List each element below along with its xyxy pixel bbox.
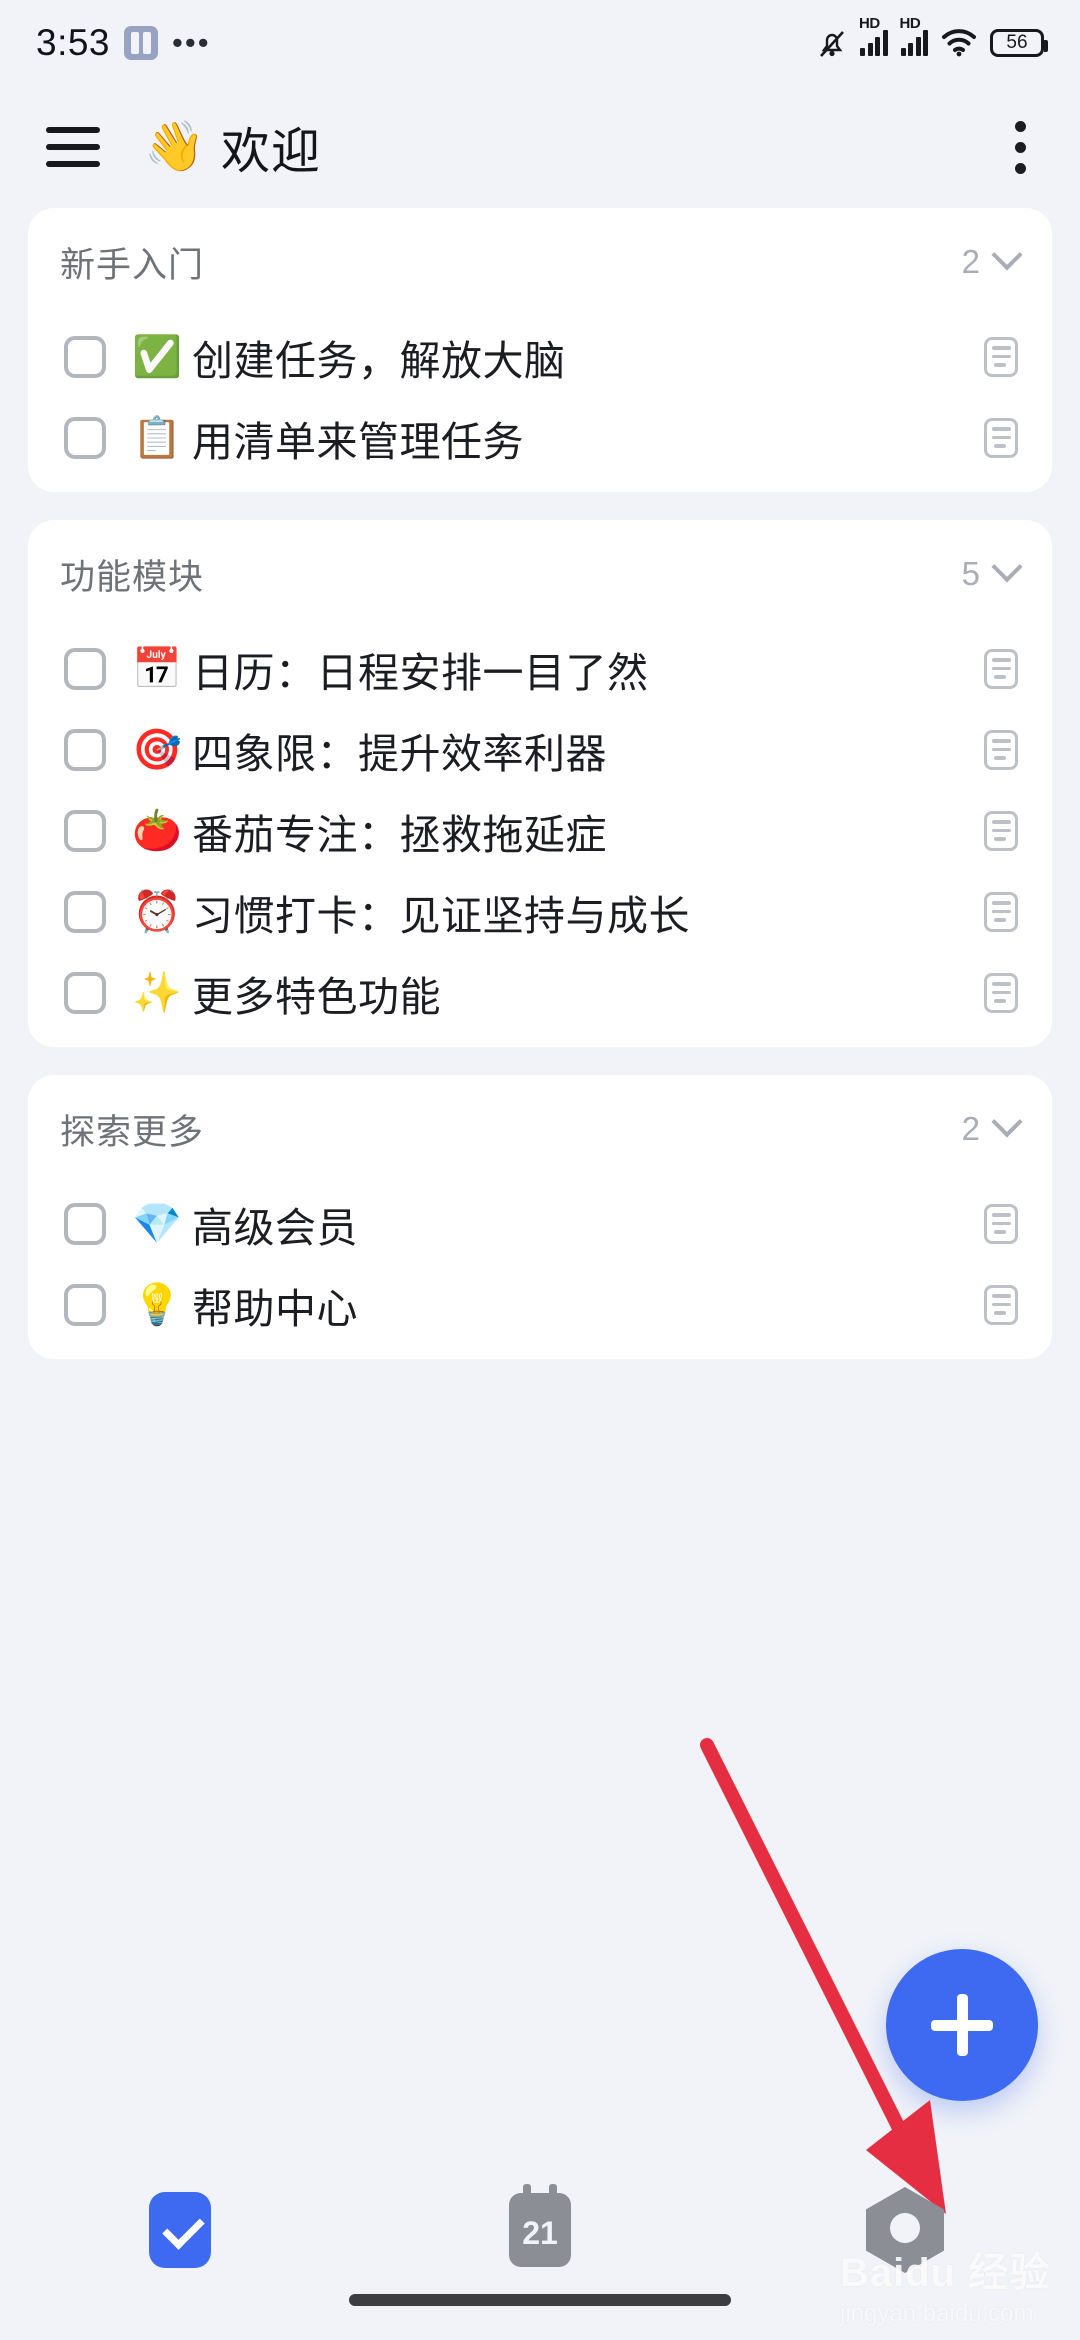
section-header[interactable]: 功能模块 5 (28, 520, 1052, 628)
task-emoji-icon: 📋 (132, 415, 182, 460)
section-meta: 5 (961, 551, 1023, 593)
task-row[interactable]: 🍅 番茄专注：拯救拖延症 (28, 790, 1052, 871)
note-icon[interactable] (984, 336, 1018, 377)
wifi-icon (941, 28, 977, 58)
task-label: 日历：日程安排一目了然 (192, 649, 649, 696)
task-row[interactable]: ⏰ 习惯打卡：见证坚持与成长 (28, 871, 1052, 952)
task-row[interactable]: ✨ 更多特色功能 (28, 952, 1052, 1033)
task-label: 更多特色功能 (192, 973, 441, 1020)
chevron-down-icon[interactable] (991, 1106, 1023, 1138)
signal-hd-label-1: HD (859, 15, 880, 32)
section-card: 探索更多 2 💎 高级会员 💡 帮助中心 (28, 1075, 1052, 1359)
task-row[interactable]: 💡 帮助中心 (28, 1264, 1052, 1345)
note-icon[interactable] (984, 810, 1018, 851)
calendar-icon: 21 (509, 2184, 571, 2267)
note-icon[interactable] (984, 729, 1018, 770)
chevron-down-icon[interactable] (991, 551, 1023, 583)
hamburger-icon[interactable] (46, 127, 100, 167)
task-row[interactable]: 🎯 四象限：提升效率利器 (28, 709, 1052, 790)
signal-icon-sim1: HD (859, 16, 888, 56)
task-emoji-icon: 💎 (132, 1201, 182, 1246)
kebab-menu-icon[interactable] (1007, 113, 1034, 182)
section-meta: 2 (961, 239, 1023, 281)
chevron-down-icon[interactable] (991, 239, 1023, 271)
status-bar-right: HD HD 56 (817, 16, 1048, 59)
task-row[interactable]: 📅 日历：日程安排一目了然 (28, 628, 1052, 709)
signal-icon-sim2: HD (900, 16, 928, 56)
status-time: 3:53 (36, 22, 111, 63)
note-icon[interactable] (984, 891, 1018, 932)
task-row[interactable]: 📋 用清单来管理任务 (28, 397, 1052, 478)
task-label: 帮助中心 (192, 1285, 358, 1332)
battery-level-label: 56 (1006, 32, 1028, 53)
signal-bars-1 (860, 30, 888, 56)
status-bar-left: 3:53 ••• (36, 22, 211, 64)
task-emoji-icon: 💡 (132, 1282, 182, 1327)
signal-bars-2 (900, 30, 928, 56)
task-checkbox[interactable] (64, 890, 106, 933)
bell-muted-icon (817, 27, 847, 59)
task-row[interactable]: ✅ 创建任务，解放大脑 (28, 316, 1052, 397)
settings-hex-icon (866, 2187, 944, 2273)
app-header: 👋 欢迎 (0, 86, 1080, 208)
status-overflow-icon: ••• (172, 25, 211, 61)
task-emoji-icon: ⏰ (132, 889, 182, 934)
task-emoji-icon: ✅ (132, 334, 182, 379)
section-title: 探索更多 (60, 1112, 205, 1152)
task-check-icon (149, 2192, 211, 2268)
section-count: 5 (961, 555, 980, 592)
note-icon[interactable] (984, 648, 1018, 689)
section-title: 功能模块 (60, 557, 205, 597)
section-header[interactable]: 探索更多 2 (28, 1075, 1052, 1183)
note-icon[interactable] (984, 417, 1018, 458)
calendar-day-label: 21 (522, 2214, 558, 2251)
app-grid-icon (124, 26, 159, 60)
add-task-fab[interactable] (886, 1949, 1038, 2101)
section-card: 功能模块 5 📅 日历：日程安排一目了然 🎯 四象限：提升效率利器 🍅 番茄专注：拯救拖延症 ⏰… (28, 520, 1052, 1047)
task-checkbox[interactable] (64, 728, 106, 771)
page-title-label: 欢迎 (221, 124, 322, 179)
task-checkbox[interactable] (64, 647, 106, 690)
note-icon[interactable] (984, 1203, 1018, 1244)
task-checkbox[interactable] (64, 1283, 106, 1326)
page-title: 👋 欢迎 (144, 112, 321, 183)
battery-icon: 56 (990, 29, 1048, 57)
section-header[interactable]: 新手入门 2 (28, 208, 1052, 316)
bottom-navigation: 21 (0, 2150, 1080, 2340)
settings-nav-item[interactable] (845, 2178, 965, 2282)
task-emoji-icon: 📅 (132, 646, 182, 691)
waving-hand-icon: 👋 (144, 119, 206, 174)
signal-hd-label-2: HD (899, 15, 921, 32)
task-label: 番茄专注：拯救拖延症 (192, 811, 607, 858)
task-list: 新手入门 2 ✅ 创建任务，解放大脑 📋 用清单来管理任务 功能模块 5 📅 日历：日程安排一目了… (0, 208, 1080, 1387)
note-icon[interactable] (984, 972, 1018, 1013)
task-checkbox[interactable] (64, 971, 106, 1014)
status-bar: 3:53 ••• HD HD 56 (0, 0, 1080, 86)
task-checkbox[interactable] (64, 1202, 106, 1245)
task-label: 创建任务，解放大脑 (192, 337, 566, 384)
task-emoji-icon: 🎯 (132, 727, 182, 772)
task-label: 用清单来管理任务 (192, 418, 524, 465)
task-emoji-icon: 🍅 (132, 808, 182, 853)
phone-screen: 3:53 ••• HD HD 56 👋 欢迎 新手入门 2 ✅ 创建任务，解放大… (0, 0, 1080, 2340)
section-title: 新手入门 (60, 245, 205, 285)
tasks-nav-item[interactable] (120, 2178, 240, 2282)
task-checkbox[interactable] (64, 416, 106, 459)
task-label: 四象限：提升效率利器 (192, 730, 607, 777)
section-count: 2 (961, 1110, 980, 1147)
note-icon[interactable] (984, 1284, 1018, 1325)
task-label: 高级会员 (192, 1204, 358, 1251)
section-card: 新手入门 2 ✅ 创建任务，解放大脑 📋 用清单来管理任务 (28, 208, 1052, 492)
task-checkbox[interactable] (64, 335, 106, 378)
section-count: 2 (961, 243, 980, 280)
task-checkbox[interactable] (64, 809, 106, 852)
task-label: 习惯打卡：见证坚持与成长 (192, 892, 690, 939)
task-emoji-icon: ✨ (132, 970, 182, 1015)
calendar-nav-item[interactable]: 21 (480, 2178, 600, 2282)
section-meta: 2 (961, 1106, 1023, 1148)
home-indicator[interactable] (349, 2294, 731, 2306)
task-row[interactable]: 💎 高级会员 (28, 1183, 1052, 1264)
